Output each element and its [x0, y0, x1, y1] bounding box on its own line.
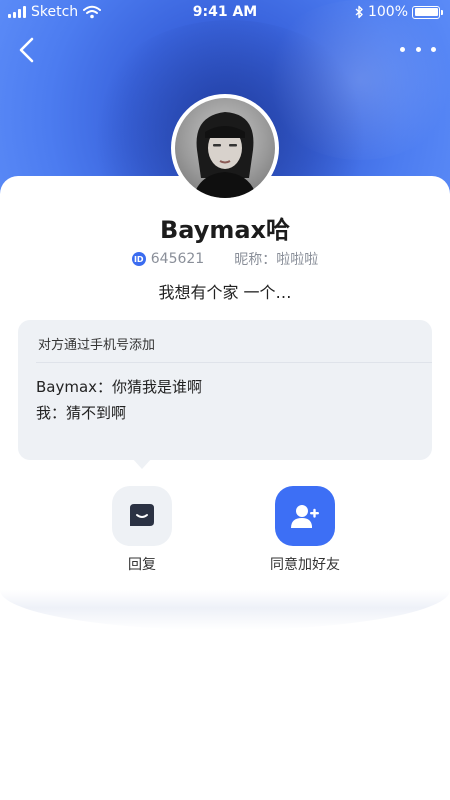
reply-label: 回复	[128, 557, 156, 573]
battery-percent: 100%	[367, 4, 408, 20]
message-line: Baymax：你猜我是谁啊	[36, 378, 203, 396]
message-line: 我：猜不到啊	[36, 404, 127, 422]
profile-nickname: 昵称：啦啦啦	[234, 252, 319, 268]
accept-icon-box	[275, 486, 335, 546]
id-icon: ID	[131, 252, 146, 266]
more-icon-dot	[431, 46, 436, 52]
accept-label: 同意加好友	[270, 557, 340, 573]
battery-icon	[412, 5, 443, 19]
bubble-pointer	[132, 458, 152, 469]
reply-button[interactable]: 回复	[87, 486, 197, 574]
profile-id-value: 645621	[150, 251, 205, 267]
add-user-icon	[291, 505, 319, 528]
avatar-photo	[175, 98, 275, 198]
portrait-icon	[193, 112, 257, 198]
status-right: 100%	[354, 4, 443, 20]
request-source: 对方通过手机号添加	[38, 338, 156, 353]
profile-id: ID 645621	[131, 249, 205, 269]
more-icon-dot	[415, 46, 421, 52]
reply-icon-box	[112, 486, 172, 546]
back-button[interactable]	[14, 34, 42, 66]
profile-bio: 我想有个家 一个…	[158, 283, 292, 302]
chevron-left-icon	[19, 37, 34, 63]
message-icon	[130, 504, 154, 526]
divider	[36, 362, 432, 363]
profile-name: Baymax哈	[159, 216, 291, 244]
card-bottom-shade	[0, 590, 450, 630]
friend-request-message: 对方通过手机号添加 Baymax：你猜我是谁啊 我：猜不到啊	[18, 320, 432, 469]
accept-friend-button[interactable]: 同意加好友	[250, 486, 360, 574]
more-button[interactable]	[400, 38, 436, 60]
bluetooth-icon	[355, 5, 363, 19]
profile-meta: ID 645621 昵称：啦啦啦	[0, 249, 450, 269]
status-bar: Sketch 9:41 AM 100%	[0, 0, 450, 26]
more-icon-dot	[400, 46, 405, 52]
avatar[interactable]	[171, 94, 279, 202]
